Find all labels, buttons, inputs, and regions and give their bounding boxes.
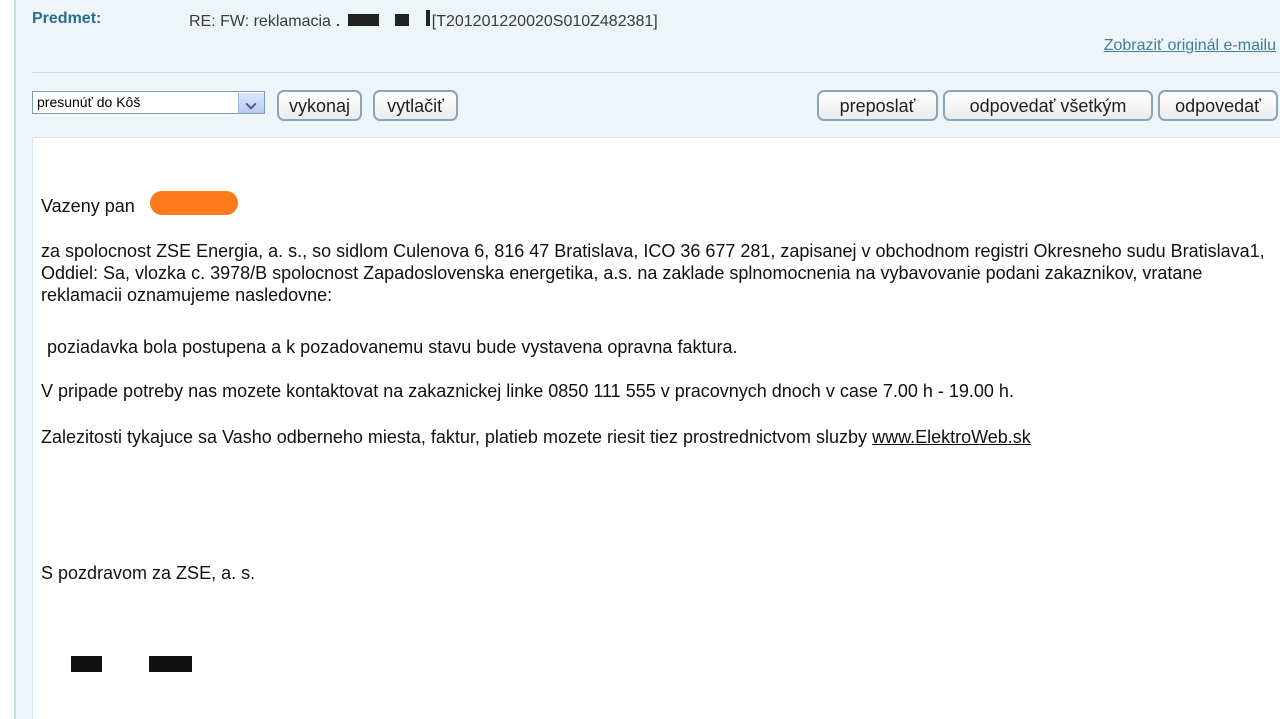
signature-redaction xyxy=(71,656,102,672)
signature-redaction xyxy=(149,656,192,672)
body-paragraph-1: za spolocnost ZSE Energia, a. s., so sid… xyxy=(41,241,1265,305)
show-original-email-link[interactable]: Zobraziť originál e-mailu xyxy=(1104,37,1276,55)
subject-row: Predmet: RE: FW: reklamacia [T2012012200… xyxy=(32,8,1272,34)
redaction-mark xyxy=(395,14,410,26)
closing-text: S pozdravom za ZSE, a. s. xyxy=(41,563,256,583)
redaction-mark xyxy=(425,10,430,26)
print-button[interactable]: vytlačiť xyxy=(373,90,458,121)
subject-value: RE: FW: reklamacia [T201201220020S010Z48… xyxy=(189,10,658,31)
redaction-mark xyxy=(347,14,379,26)
body-paragraph-3: V pripade potreby nas mozete kontaktovat… xyxy=(41,381,1014,401)
body-paragraph-4: Zalezitosti tykajuce sa Vasho odberneho … xyxy=(41,426,1271,448)
forward-button[interactable]: preposlať xyxy=(817,90,938,121)
header-divider xyxy=(32,72,1280,73)
move-to-folder-select[interactable]: presunúť do Kôš xyxy=(32,91,265,114)
body-paragraph-2: poziadavka bola postupena a k pozadovane… xyxy=(47,337,738,357)
subject-prefix: RE: FW: reklamacia xyxy=(189,13,331,30)
subject-suffix: [T201201220020S010Z482381] xyxy=(431,13,658,30)
execute-button[interactable]: vykonaj xyxy=(277,90,362,121)
reply-button[interactable]: odpovedať xyxy=(1158,90,1278,121)
subject-label: Predmet: xyxy=(32,10,102,27)
reply-all-button[interactable]: odpovedať všetkým xyxy=(943,90,1153,121)
elektroweb-link[interactable]: www.ElektroWeb.sk xyxy=(872,427,1031,447)
redaction-name xyxy=(150,191,238,215)
redaction-mark xyxy=(337,24,340,26)
body-paragraph-4-prefix: Zalezitosti tykajuce sa Vasho odberneho … xyxy=(41,427,868,447)
folder-select-value: presunúť do Kôš xyxy=(37,94,141,110)
chevron-down-icon[interactable] xyxy=(238,93,264,113)
message-toolbar: presunúť do Kôš vykonaj vytlačiť preposl… xyxy=(32,89,1280,125)
